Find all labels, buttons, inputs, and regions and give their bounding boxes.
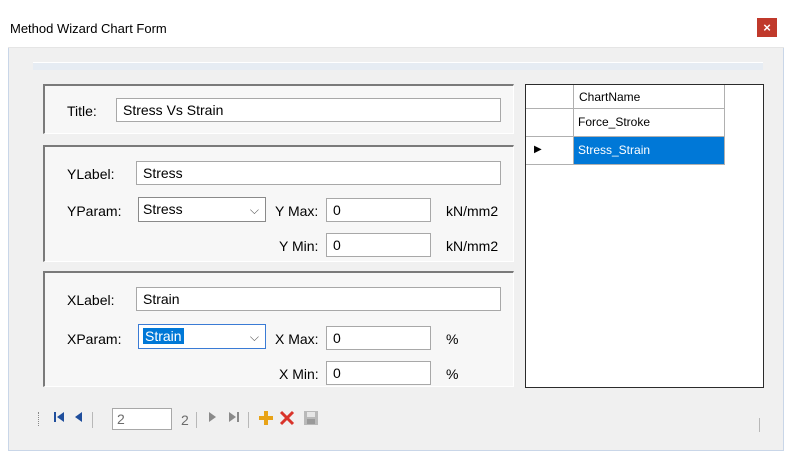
xmax-label: X Max: [275,331,319,347]
xlabel-input[interactable]: Strain [136,287,501,311]
position-input[interactable]: 2 [112,408,172,430]
panel-header-strip [33,62,763,70]
grid-row-selector[interactable] [526,109,574,137]
toolbar-grip[interactable] [38,412,41,426]
ymax-input[interactable]: 0 [326,198,431,222]
move-first-icon[interactable] [50,410,68,428]
move-next-icon[interactable] [203,410,221,428]
xmax-input[interactable]: 0 [326,326,431,350]
xparam-select[interactable]: Strain ⌵ [138,324,266,349]
toolbar-end-separator [759,418,760,432]
chevron-down-icon: ⌵ [249,203,259,217]
save-icon[interactable] [302,410,320,428]
record-count-label: 2 [181,412,189,428]
ymax-unit: kN/mm2 [446,203,499,219]
xmin-label: X Min: [279,366,319,382]
grid-row-header-corner [526,85,574,109]
grid-column-header[interactable]: ChartName [574,85,725,109]
xmin-unit: % [446,366,459,382]
close-button[interactable]: × [757,18,777,37]
delete-icon[interactable] [278,409,296,427]
ymax-label: Y Max: [275,203,319,219]
yparam-select[interactable]: Stress ⌵ [138,197,266,222]
window-title: Method Wizard Chart Form [10,21,167,36]
xparam-label: XParam: [67,331,122,347]
chevron-down-icon: ⌵ [249,330,259,344]
yparam-label: YParam: [67,203,122,219]
xlabel-label: XLabel: [67,292,115,308]
title-input[interactable]: Stress Vs Strain [116,98,501,122]
ymin-input[interactable]: 0 [326,233,431,257]
move-previous-icon[interactable] [70,410,88,428]
ylabel-input[interactable]: Stress [136,161,501,185]
toolbar-separator [92,412,93,428]
grid-cell-selected[interactable]: Stress_Strain [574,137,725,165]
grid-cell[interactable]: Force_Stroke [574,109,725,137]
move-last-icon[interactable] [225,410,243,428]
xmax-unit: % [446,331,459,347]
add-new-icon[interactable] [257,409,275,427]
current-row-arrow-icon[interactable]: ▶ [526,137,574,165]
ylabel-label: YLabel: [67,166,115,182]
toolbar-separator [248,412,249,428]
ymin-unit: kN/mm2 [446,238,499,254]
xmin-input[interactable]: 0 [326,361,431,385]
title-label: Title: [67,103,97,119]
ymin-label: Y Min: [279,238,319,254]
xparam-value: Strain [143,328,184,344]
yparam-value: Stress [143,201,183,217]
toolbar-separator [196,412,197,428]
